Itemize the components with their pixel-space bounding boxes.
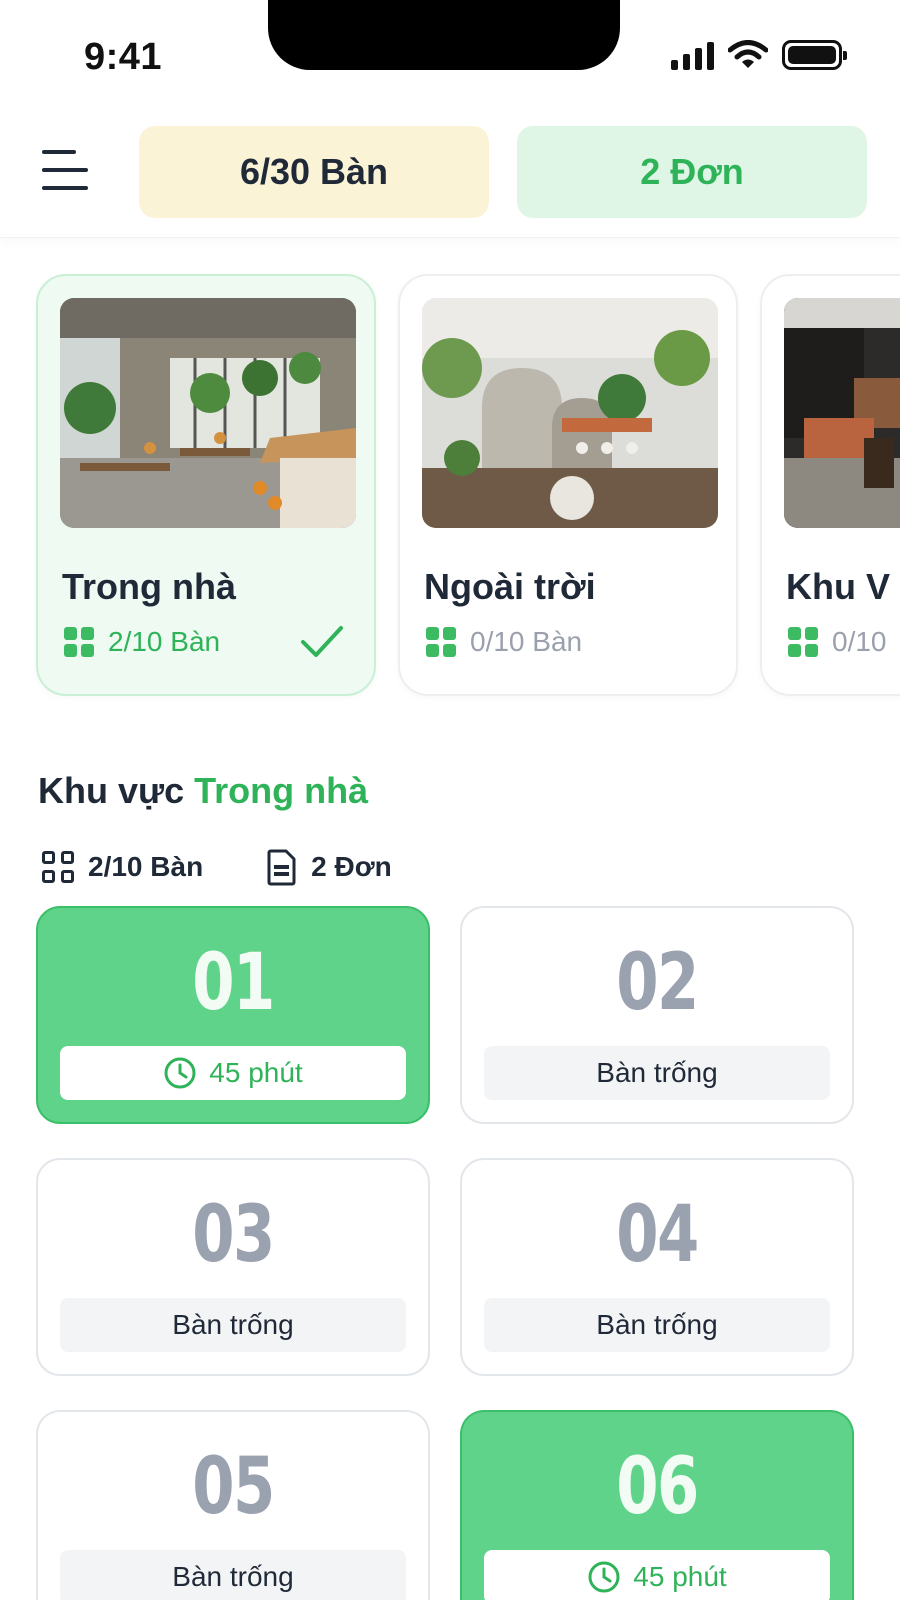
status-time: 9:41 [84, 36, 163, 78]
table-status-label: Bàn trống [596, 1309, 718, 1340]
orders-summary-button[interactable]: 2 Đơn [517, 126, 867, 218]
table-status-label: Bàn trống [172, 1561, 294, 1592]
table-tile-03[interactable]: 03 Bàn trống [36, 1158, 430, 1376]
table-tile-02[interactable]: 02 Bàn trống [460, 906, 854, 1124]
table-status-label: Bàn trống [172, 1309, 294, 1340]
area-count-label: 0/10 Bàn [470, 626, 583, 657]
section-title-area: Trong nhà [194, 770, 369, 811]
section-tables-label: 2/10 Bàn [88, 851, 204, 882]
clock-icon [164, 1057, 196, 1089]
table-tile-05[interactable]: 05 Bàn trống [36, 1410, 430, 1600]
document-icon [267, 849, 296, 886]
device-notch [268, 0, 620, 70]
table-number: 03 [192, 1190, 275, 1280]
section-title-prefix: Khu vực [38, 770, 185, 811]
tables-summary-button[interactable]: 6/30 Bàn [139, 126, 489, 218]
table-status: 45 phút [60, 1046, 406, 1100]
top-bar: 6/30 Bàn 2 Đơn [0, 110, 900, 238]
area-name: Ngoài trời [424, 566, 596, 607]
table-number: 05 [192, 1442, 275, 1532]
section-tables-count: 2/10 Bàn [42, 851, 203, 883]
table-status: Bàn trống [484, 1298, 830, 1352]
table-tile-06[interactable]: 06 45 phút [460, 1410, 854, 1600]
table-status: 45 phút [484, 1550, 830, 1600]
table-number: 02 [616, 938, 699, 1028]
area-photo-outdoor [422, 298, 718, 528]
area-photo-third [784, 298, 900, 528]
table-status-label: 45 phút [633, 1561, 727, 1592]
table-status: Bàn trống [484, 1046, 830, 1100]
section-title: Khu vực Trong nhà [38, 770, 368, 812]
grid-icon [426, 627, 456, 657]
grid-outline-icon [42, 851, 74, 883]
table-status-label: Bàn trống [596, 1057, 718, 1088]
table-status: Bàn trống [60, 1298, 406, 1352]
section-orders-count: 2 Đơn [267, 848, 392, 886]
area-count: 2/10 Bàn [64, 626, 220, 658]
battery-icon [782, 40, 847, 70]
menu-icon[interactable] [38, 146, 92, 194]
table-status-label: 45 phút [209, 1057, 303, 1088]
table-status: Bàn trống [60, 1550, 406, 1600]
grid-icon [788, 627, 818, 657]
area-count-label: 2/10 Bàn [108, 626, 221, 657]
status-icons [671, 40, 847, 70]
area-count-label: 0/10 [832, 626, 887, 657]
section-meta: 2/10 Bàn 2 Đơn [42, 848, 456, 886]
clock-icon [588, 1561, 620, 1593]
area-carousel[interactable]: Trong nhà 2/10 Bàn Ngoài trời 0/10 Bàn K… [0, 270, 900, 700]
status-bar: 9:41 [0, 0, 900, 110]
area-count: 0/10 [788, 626, 887, 658]
table-number: 06 [616, 1442, 699, 1532]
area-card-third[interactable]: Khu V 0/10 [760, 274, 900, 696]
table-tile-04[interactable]: 04 Bàn trống [460, 1158, 854, 1376]
area-name: Trong nhà [62, 566, 236, 607]
table-number: 01 [192, 938, 275, 1028]
area-photo-indoor [60, 298, 356, 528]
area-name: Khu V [786, 566, 890, 607]
section-orders-label: 2 Đơn [311, 851, 392, 882]
signal-icon [671, 40, 714, 70]
table-number: 04 [616, 1190, 699, 1280]
table-tile-01[interactable]: 01 45 phút [36, 906, 430, 1124]
area-count: 0/10 Bàn [426, 626, 582, 658]
check-icon [301, 626, 343, 657]
area-card-indoor[interactable]: Trong nhà 2/10 Bàn [36, 274, 376, 696]
wifi-icon [728, 40, 768, 68]
area-card-outdoor[interactable]: Ngoài trời 0/10 Bàn [398, 274, 738, 696]
grid-icon [64, 627, 94, 657]
